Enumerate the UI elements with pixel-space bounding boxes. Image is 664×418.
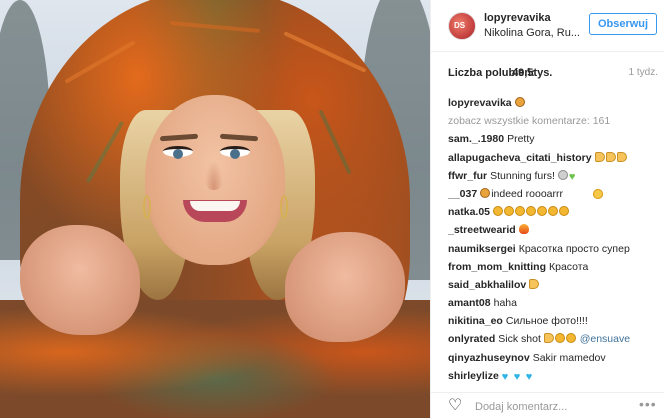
comment-text: Sakir mamedov [532, 351, 606, 364]
clap-emoji-icon [565, 333, 576, 344]
comment-row: amant08 haha [448, 294, 662, 312]
comment-row: nikitina_eo Сильное фото!!!! [448, 312, 662, 330]
comment-username[interactable]: sam._.1980 [448, 133, 504, 145]
comment-username[interactable]: said_abkhalilov [448, 279, 526, 291]
comment-row: allapugacheva_citati_history [448, 149, 662, 167]
hand-left [20, 225, 140, 335]
eye-right [220, 146, 250, 159]
caption-line: lopyrevavika [448, 94, 662, 112]
post-header: DS lopyrevavika Nikolina Gora, Ru... Obs… [431, 0, 664, 52]
blue-heart-emoji-icon: ♥ [513, 370, 521, 383]
comment-row: sam._.1980 Pretty [448, 130, 662, 148]
blue-heart-emoji-icon: ♥ [501, 370, 509, 383]
comment-text: haha [493, 297, 517, 310]
clap-emoji-icon [537, 206, 548, 217]
view-all-comments-link[interactable]: zobacz wszystkie komentarze: 161 [448, 112, 662, 130]
comment-text: Pretty [507, 133, 535, 146]
comment-text: Sick shot [498, 333, 541, 346]
comment-row: onlyrated Sick shot @ensuave [448, 330, 662, 348]
post-time[interactable]: 1 tydz. [629, 67, 658, 78]
thumbs-up-emoji-icon [529, 278, 540, 289]
post-photo[interactable] [0, 0, 430, 418]
avatar[interactable]: DS [448, 12, 476, 40]
comment-text: Сильное фото!!!! [505, 315, 588, 328]
lion-emoji-icon [514, 97, 525, 107]
green-heart-emoji-icon: ♥ [568, 170, 576, 183]
post-sidebar: DS lopyrevavika Nikolina Gora, Ru... Obs… [430, 0, 664, 418]
clap-emoji-icon [493, 206, 504, 217]
clap-emoji-icon [548, 206, 559, 217]
comment-username[interactable]: shirleylize [448, 370, 499, 382]
earring-right [280, 195, 288, 219]
thumbs-up-emoji-icon [543, 333, 554, 344]
comment-row: from_mom_knitting Красота [448, 189, 662, 276]
likes-count[interactable]: 49,5tys. [512, 67, 552, 79]
comment-row: qinyazhuseynov Sakir mamedov [448, 349, 662, 367]
thumbs-up-emoji-icon [594, 151, 605, 162]
comment-mention-link[interactable]: @ensuave [580, 333, 630, 345]
view-all-comments-label[interactable]: zobacz wszystkie komentarze: 161 [448, 115, 610, 127]
comment-text: indeed roooarrr [491, 187, 563, 200]
eye-left [163, 146, 193, 159]
like-heart-icon[interactable]: ♡ [448, 398, 466, 414]
comment-row: _streetwearid [448, 221, 662, 239]
comment-bar: ♡ ••• [431, 392, 664, 418]
clap-emoji-icon [554, 333, 565, 344]
comments-list: lopyrevavika zobacz wszystkie komentarze… [448, 94, 662, 385]
clap-emoji-icon [504, 206, 515, 217]
nose [205, 160, 223, 190]
cat-emoji-icon [557, 169, 568, 180]
author-username[interactable]: lopyrevavika [484, 12, 551, 24]
clap-emoji-icon [526, 206, 537, 217]
hand-right [285, 232, 405, 342]
comment-username[interactable]: allapugacheva_citati_history [448, 152, 592, 164]
comment-username[interactable]: onlyrated [448, 333, 495, 345]
clap-emoji-icon [515, 206, 526, 217]
earring-left [143, 195, 151, 219]
comment-username[interactable]: _streetwearid [448, 224, 516, 236]
instagram-post: DS lopyrevavika Nikolina Gora, Ru... Obs… [0, 0, 664, 418]
caption-username[interactable]: lopyrevavika [448, 97, 512, 109]
comment-username[interactable]: amant08 [448, 297, 491, 309]
thumbs-up-emoji-icon [605, 151, 616, 162]
comment-row: shirleylize ♥ ♥ ♥ [448, 367, 662, 385]
follow-button[interactable]: Obserwuj [589, 13, 657, 35]
comment-username[interactable]: ffwr_fur [448, 170, 487, 182]
comment-username[interactable]: qinyazhuseynov [448, 352, 530, 364]
comment-row: ffwr_fur Stunning furs! ♥ [448, 167, 662, 185]
comment-row: natka.05 [448, 203, 662, 221]
clap-emoji-icon [559, 206, 570, 217]
likes-row: Liczba polubień: 49,5tys. 1 tydz. [448, 67, 660, 81]
comment-username[interactable]: naumiksergei [448, 243, 516, 255]
avatar-text: DS [454, 21, 466, 30]
comment-username[interactable]: nikitina_eo [448, 315, 503, 327]
comment-input[interactable] [475, 399, 615, 415]
comment-username[interactable]: natka.05 [448, 206, 490, 218]
comment-text: Красота [549, 260, 589, 273]
comment-username[interactable]: from_mom_knitting [448, 261, 546, 273]
post-location[interactable]: Nikolina Gora, Ru... [484, 27, 580, 39]
comment-text: Stunning furs! [490, 169, 555, 182]
comment-username[interactable]: __037 [448, 188, 477, 200]
lion-emoji-icon [480, 187, 491, 198]
comment-row: naumiksergei Красотка просто супер [448, 240, 662, 258]
comment-row: said_abkhalilov [448, 189, 662, 294]
fire-emoji-icon [518, 224, 529, 235]
teeth [190, 201, 240, 211]
comment-text: Красотка просто супер [518, 242, 630, 255]
comment-row: __037 indeed roooarrr [448, 185, 662, 203]
more-options-icon[interactable]: ••• [639, 396, 657, 412]
blue-heart-emoji-icon: ♥ [525, 370, 533, 383]
thumbs-up-emoji-icon [616, 151, 627, 162]
